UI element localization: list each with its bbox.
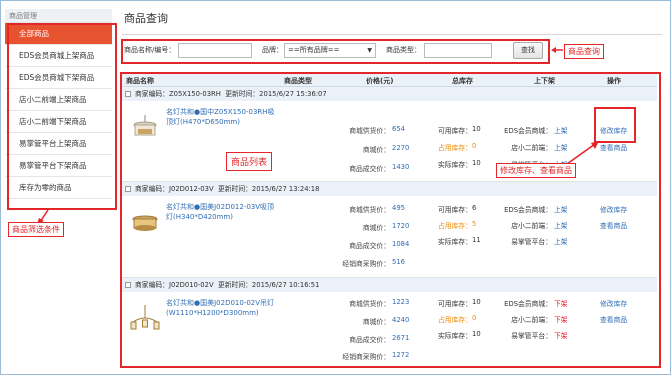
- query-callout: 商品查询: [564, 44, 604, 59]
- list-callout: 商品列表: [226, 152, 273, 171]
- filter-highlight-box: [7, 23, 117, 210]
- sidebar-header: 商品管理: [5, 9, 112, 23]
- ops-callout: 修改库存、查看商品: [496, 163, 576, 178]
- query-arrow-icon: [551, 47, 563, 53]
- ops-highlight-box: [594, 107, 636, 143]
- page-title: 商品查询: [124, 12, 168, 25]
- main-content: 商品查询: [122, 8, 662, 35]
- title-divider: [122, 34, 662, 35]
- query-highlight-box: [121, 39, 550, 64]
- filter-callout: 商品筛选条件: [8, 222, 64, 237]
- list-highlight-box: [120, 72, 661, 368]
